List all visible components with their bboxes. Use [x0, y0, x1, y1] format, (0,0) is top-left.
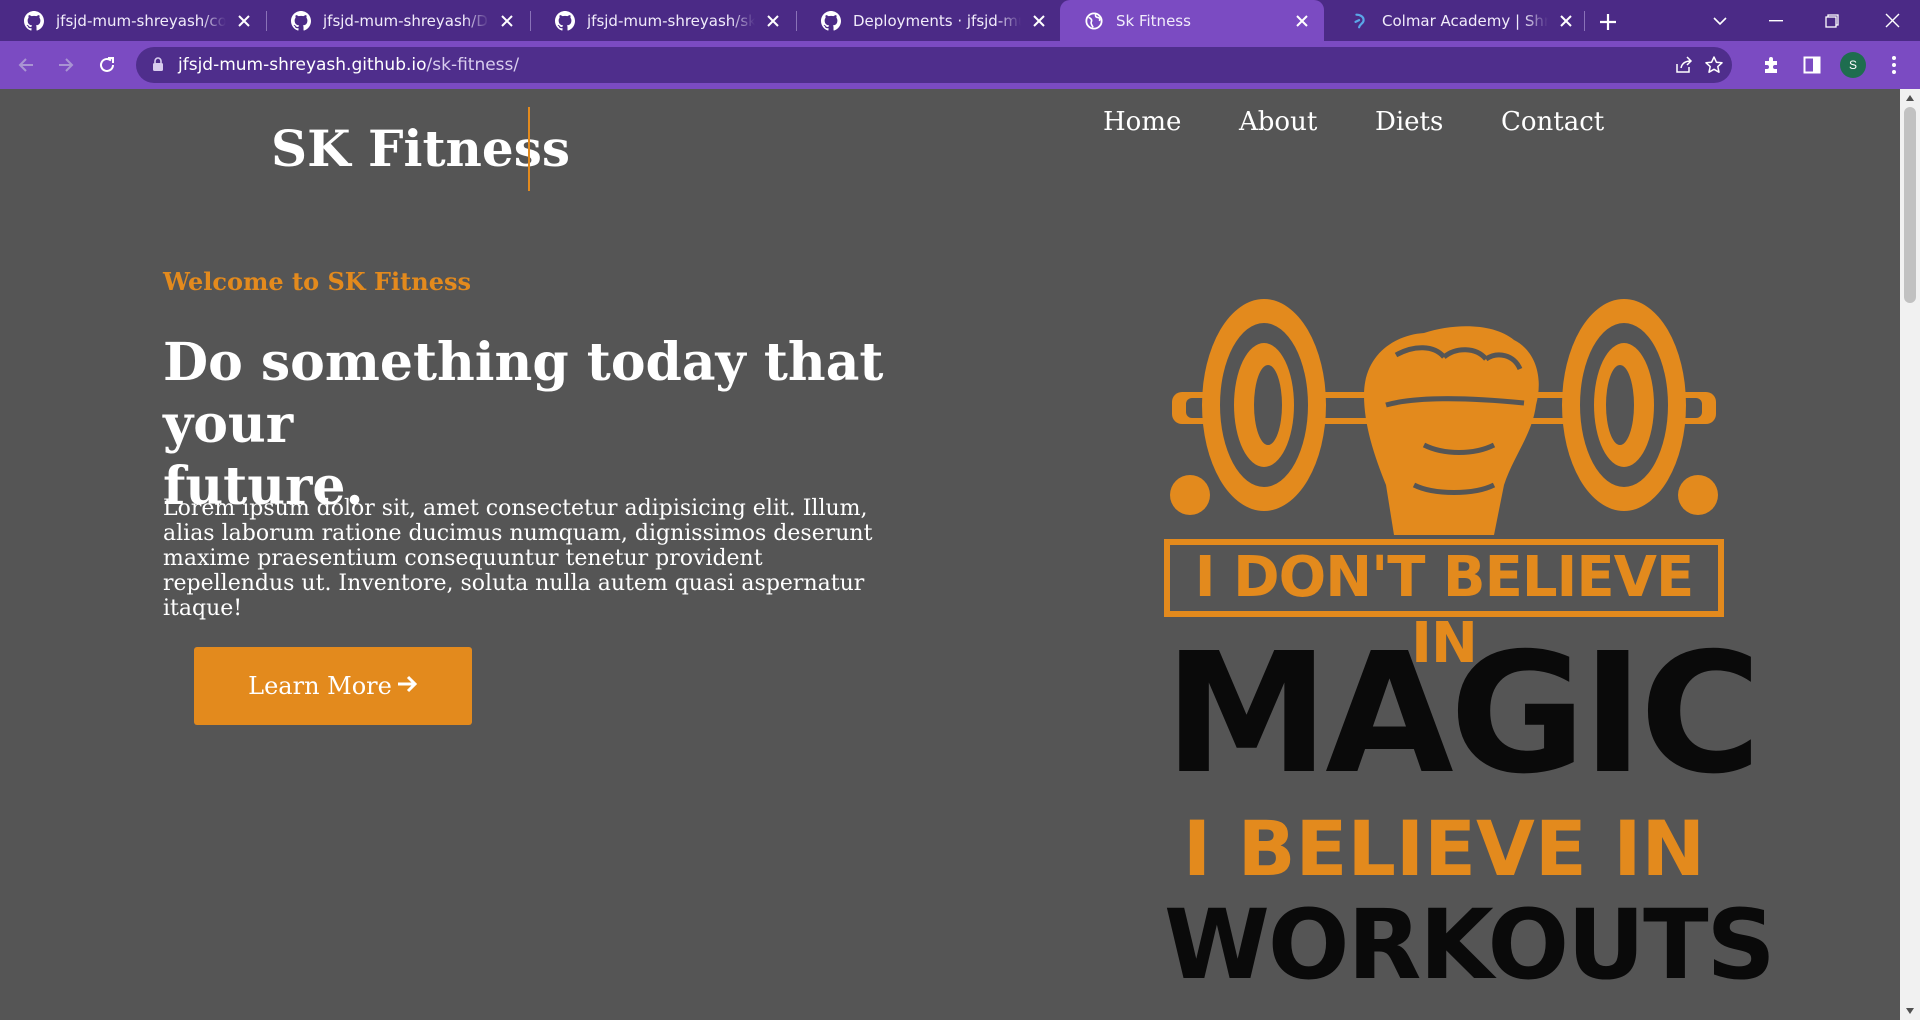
kebab-menu-icon[interactable] — [1882, 53, 1906, 77]
url-domain: jfsjd-mum-shreyash.github.io — [178, 55, 427, 75]
tab-title: Sk Fitness — [1116, 11, 1191, 30]
minimize-icon[interactable] — [1748, 0, 1804, 41]
vertical-scrollbar[interactable] — [1900, 89, 1920, 1020]
close-tab-icon[interactable] — [763, 11, 783, 31]
site-logo[interactable]: SK Fitness — [271, 119, 570, 178]
browser-tab-active[interactable]: Sk Fitness — [1060, 0, 1324, 41]
github-icon — [24, 10, 44, 31]
globe-icon — [1084, 11, 1104, 31]
extensions-puzzle-icon[interactable] — [1760, 53, 1784, 77]
poster-line-3: I BELIEVE IN — [1182, 804, 1706, 893]
url-path: /sk-fitness/ — [426, 55, 520, 75]
profile-avatar[interactable]: S — [1840, 52, 1866, 78]
text-caret — [528, 107, 530, 191]
new-tab-plus-icon[interactable] — [1594, 8, 1622, 36]
arrow-right-icon — [396, 672, 418, 700]
motivational-poster-image: I DON'T BELIEVE IN MAGIC I BELIEVE IN WO… — [1164, 285, 1776, 1005]
browser-toolbar: jfsjd-mum-shreyash.github.io/sk-fitness/… — [0, 41, 1920, 89]
scroll-down-arrow-icon[interactable] — [1904, 1005, 1916, 1017]
tab-title: jfsjd-mum-shreyash/sk-fitness — [587, 11, 755, 30]
browser-tab[interactable]: jfsjd-mum-shreyash/sk-fitness — [531, 0, 795, 41]
learn-more-label: Learn More — [248, 672, 392, 700]
scroll-thumb[interactable] — [1904, 107, 1916, 303]
nav-diets[interactable]: Diets — [1375, 107, 1443, 137]
tab-title: jfsjd-mum-shreyash/Dasmoto — [323, 11, 489, 30]
browser-tab[interactable]: Colmar Academy | Shreyash — [1326, 0, 1588, 41]
back-arrow-icon[interactable] — [10, 49, 42, 81]
url-text: jfsjd-mum-shreyash.github.io/sk-fitness/ — [178, 55, 519, 75]
nav-about[interactable]: About — [1239, 107, 1317, 137]
close-tab-icon[interactable] — [234, 11, 254, 31]
tab-title: jfsjd-mum-shreyash/colmar-academy — [56, 11, 226, 30]
learn-more-button[interactable]: Learn More — [194, 647, 472, 725]
scroll-up-arrow-icon[interactable] — [1904, 92, 1916, 104]
browser-tab[interactable]: jfsjd-mum-shreyash/colmar-academy — [0, 0, 266, 41]
close-tab-icon[interactable] — [1029, 11, 1049, 31]
poster-line-4: WORKOUTS — [1164, 889, 1776, 1001]
browser-tab[interactable]: jfsjd-mum-shreyash/Dasmoto — [267, 0, 529, 41]
tab-title: Colmar Academy | Shreyash — [1382, 11, 1548, 30]
poster-line-2: MAGIC — [1164, 618, 1762, 811]
dumbbell-fist-graphic — [1170, 299, 1718, 535]
nav-contact[interactable]: Contact — [1501, 107, 1604, 137]
github-icon — [291, 10, 311, 31]
hero-headline-line: Do something today that your — [163, 332, 884, 455]
share-icon[interactable] — [1672, 53, 1696, 77]
github-icon — [555, 10, 575, 31]
close-tab-icon[interactable] — [497, 11, 517, 31]
welcome-subtitle: Welcome to SK Fitness — [163, 267, 472, 296]
reload-icon[interactable] — [91, 49, 123, 81]
hero-description: Lorem ipsum dolor sit, amet consectetur … — [163, 496, 873, 621]
tab-title: Deployments · jfsjd-mum-shreyash — [853, 11, 1021, 30]
tab-separator — [1584, 11, 1585, 31]
github-icon — [821, 10, 841, 31]
poster-line-1: I DON'T BELIEVE IN — [1164, 539, 1724, 676]
close-tab-icon[interactable] — [1556, 11, 1576, 31]
side-panel-icon[interactable] — [1800, 53, 1824, 77]
restore-window-icon[interactable] — [1804, 0, 1860, 41]
address-bar[interactable]: jfsjd-mum-shreyash.github.io/sk-fitness/ — [136, 47, 1732, 83]
close-tab-icon[interactable] — [1292, 11, 1312, 31]
colmar-icon — [1350, 11, 1370, 31]
forward-arrow-icon[interactable] — [50, 49, 82, 81]
hero-headline: Do something today that your future. — [163, 332, 963, 518]
browser-tab-strip: jfsjd-mum-shreyash/colmar-academy jfsjd-… — [0, 0, 1920, 41]
browser-tab[interactable]: Deployments · jfsjd-mum-shreyash — [797, 0, 1061, 41]
close-window-icon[interactable] — [1864, 0, 1920, 41]
page-viewport: SK Fitness Home About Diets Contact Welc… — [0, 89, 1900, 1020]
lock-icon[interactable] — [152, 57, 164, 77]
tab-search-chevron-icon[interactable] — [1692, 0, 1748, 41]
nav-home[interactable]: Home — [1103, 107, 1181, 137]
bookmark-star-icon[interactable] — [1702, 53, 1726, 77]
